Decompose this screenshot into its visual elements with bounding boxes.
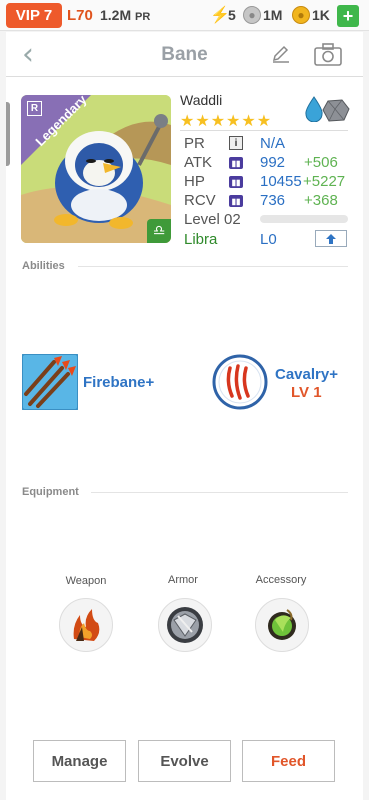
xp-progress-bar — [260, 215, 348, 223]
zodiac-sign: Libra — [184, 231, 218, 248]
armor-label: Armor — [168, 574, 198, 586]
stat-label-pr: PR — [184, 135, 205, 152]
stat-value-hp: 10455 — [260, 173, 302, 190]
status-bar: VIP 7 L70 1.2M PR ⚡ 5 ● 1M ● 1K + — [0, 0, 369, 31]
stat-label-hp: HP — [184, 173, 205, 190]
manage-button[interactable]: Manage — [33, 740, 126, 782]
arrow-up-icon — [326, 233, 336, 244]
camera-icon[interactable] — [313, 42, 343, 68]
hero-portrait[interactable]: Legendary R ♎ — [21, 95, 171, 243]
flame-claw-icon — [73, 609, 100, 641]
info-icon[interactable]: i — [229, 136, 243, 150]
stat-bar-icon: ▮▮ — [229, 195, 243, 207]
stat-value-pr: N/A — [260, 135, 286, 152]
tier-badge: R — [27, 101, 42, 116]
power-value: 1.2M — [100, 7, 132, 23]
green-orb-icon — [268, 609, 296, 640]
stat-label-rcv: RCV — [184, 192, 216, 209]
gold-value: 1K — [312, 7, 330, 23]
stat-bonus-rcv: +368 — [304, 192, 338, 209]
upgrade-sign-button[interactable] — [315, 230, 347, 247]
energy-value: 5 — [228, 7, 236, 23]
name-divider — [180, 130, 348, 131]
silver-counter[interactable]: ● 1M — [243, 6, 282, 24]
claw-marks-icon[interactable] — [212, 354, 268, 410]
ability-level-cavalry: LV 1 — [291, 384, 322, 401]
page-title: Bane — [161, 44, 208, 65]
weapon-label: Weapon — [65, 575, 107, 587]
gold-counter[interactable]: ● 1K — [292, 6, 330, 24]
page-header: ‹ Bane — [6, 32, 363, 77]
zodiac-level: L0 — [260, 231, 277, 248]
stat-bar-icon: ▮▮ — [229, 157, 243, 169]
hero-name: Waddli — [180, 92, 223, 108]
gold-coin-icon: ● — [292, 6, 310, 24]
energy-counter[interactable]: ⚡ 5 — [210, 6, 236, 24]
stat-value-rcv: 736 — [260, 192, 286, 209]
player-level: L70 — [67, 7, 93, 24]
vip-badge[interactable]: VIP 7 — [6, 3, 62, 28]
power-unit: PR — [135, 11, 151, 23]
level-label: Level 02 — [184, 211, 241, 228]
evolve-button[interactable]: Evolve — [138, 740, 231, 782]
add-currency-button[interactable]: + — [337, 5, 359, 27]
equipment-heading: Equipment — [22, 486, 79, 498]
ability-name-cavalry[interactable]: Cavalry+ — [275, 366, 338, 383]
stat-label-atk: ATK — [184, 154, 213, 171]
scroll-indicator[interactable] — [6, 102, 10, 166]
stat-value-atk: 992 — [260, 154, 286, 171]
fire-arrows-icon[interactable] — [22, 354, 78, 410]
silver-coin-icon: ● — [243, 6, 261, 24]
power-rating: 1.2M PR — [100, 7, 150, 23]
stat-bar-icon: ▮▮ — [229, 176, 243, 188]
weapon-slot[interactable] — [59, 598, 113, 652]
star-rating: ★★★★★★ — [180, 111, 273, 130]
accessory-label: Accessory — [255, 574, 307, 586]
equipment-divider — [91, 492, 348, 493]
stat-bonus-atk: +506 — [304, 154, 338, 171]
abilities-heading: Abilities — [22, 260, 65, 272]
ability-name-firebane[interactable]: Firebane+ — [83, 374, 154, 391]
stone-icon — [322, 99, 350, 122]
steel-shield-icon — [167, 607, 203, 643]
armor-slot[interactable] — [158, 598, 212, 652]
feed-button[interactable]: Feed — [242, 740, 335, 782]
libra-sign-icon: ♎ — [147, 219, 171, 243]
lightning-icon: ⚡ — [210, 7, 230, 24]
silver-value: 1M — [263, 7, 283, 23]
hero-detail-panel: ‹ Bane Legendary R ♎ Waddli ★★★★★★ PR i … — [6, 32, 363, 800]
pencil-icon[interactable] — [270, 43, 292, 65]
abilities-divider — [78, 266, 348, 267]
stat-bonus-hp: +5227 — [303, 173, 346, 190]
accessory-slot[interactable] — [255, 598, 309, 652]
